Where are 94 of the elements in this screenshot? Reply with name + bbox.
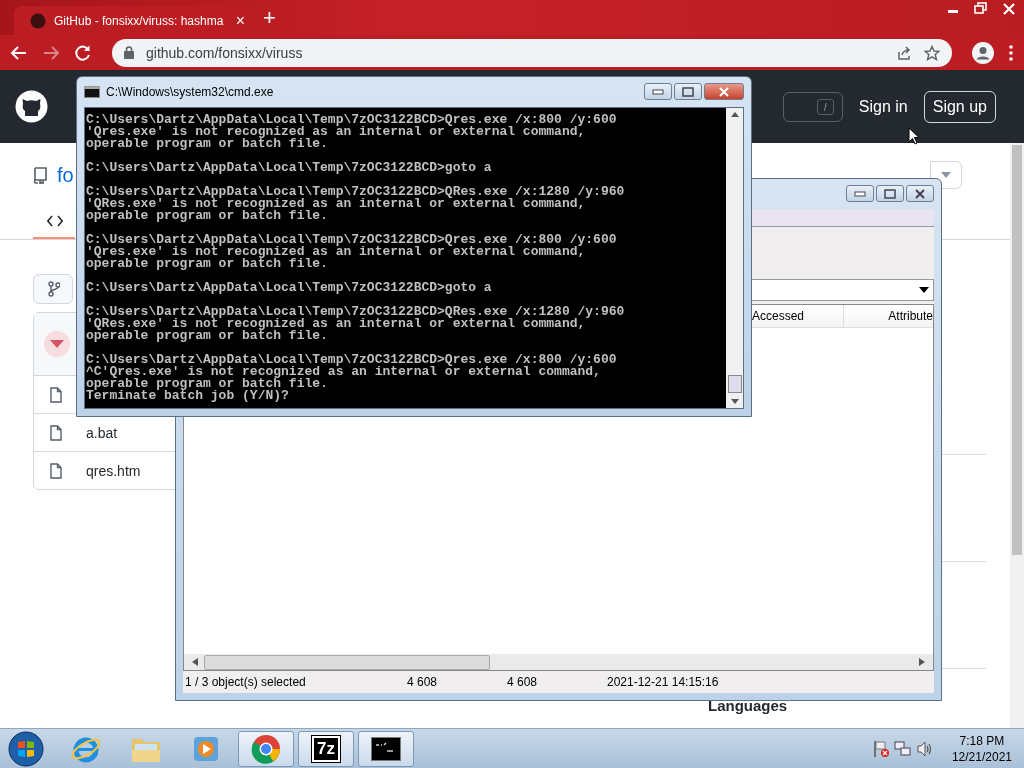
caret-icon — [941, 172, 951, 178]
console-line: operable program or batch file. — [86, 138, 329, 150]
page-scrollbar[interactable] — [1010, 143, 1024, 728]
star-icon[interactable] — [924, 44, 940, 61]
console-line: C:\Users\Dartz\AppData\Local\Temp\7zOC3122BCD>QRes.exe /x:1280 /y:960 — [86, 306, 626, 318]
menu-icon[interactable] — [1008, 43, 1014, 62]
console-line: C:\Users\Dartz\AppData\Local\Temp\7zOC3122BCD>QRes.exe /x:1280 /y:960 — [86, 186, 626, 198]
maximize-icon — [884, 188, 896, 199]
console-line: 'Qres.exe' is not recognized as an internal or external command, — [86, 246, 586, 258]
tab-close-button[interactable]: × — [235, 11, 245, 30]
scroll-thumb[interactable] — [204, 654, 490, 670]
console-line: C:\Users\Dartz\AppData\Local\Temp\7zOC3122BCD>goto a — [86, 162, 493, 174]
avatar-icon — [44, 331, 70, 357]
restore-icon[interactable] — [972, 2, 990, 16]
right-arrow-icon[interactable] — [919, 658, 925, 666]
start-button[interactable] — [8, 730, 44, 767]
sign-up-button[interactable]: Sign up — [923, 90, 996, 123]
console-icon — [84, 86, 100, 98]
code-icon — [47, 215, 63, 227]
branch-icon — [48, 281, 60, 297]
close-button[interactable] — [704, 83, 744, 100]
tab-title: GitHub - fonsixx/viruss: hashma — [54, 13, 225, 28]
file-icon — [50, 462, 62, 479]
console-line: C:\Users\Dartz\AppData\Local\Temp\7zOC3122BCD>Qres.exe /x:800 /y:600 — [86, 114, 618, 126]
console-line: C:\Users\Dartz\AppData\Local\Temp\7zOC3122BCD>goto a — [86, 282, 493, 294]
maximize-icon — [682, 86, 694, 97]
close-icon[interactable] — [1000, 2, 1018, 16]
maximize-button[interactable] — [674, 83, 702, 100]
scroll-thumb[interactable] — [1012, 145, 1022, 555]
share-icon[interactable] — [896, 44, 912, 61]
languages-heading: Languages — [708, 697, 788, 714]
console-line: 'QRes.exe' is not recognized as an internal or external command, — [86, 318, 586, 330]
horizontal-scrollbar[interactable] — [184, 654, 933, 670]
status-text: 4 608 — [506, 675, 539, 689]
console-line: ^C'Qres.exe' is not recognized as an internal or external command, — [86, 366, 601, 378]
console-line: operable program or batch file. — [86, 258, 329, 270]
repo-name-link[interactable]: fo — [57, 163, 74, 187]
chrome-icon — [251, 733, 281, 764]
console-line: C:\Users\Dartz\AppData\Local\Temp\7zOC3122BCD>Qres.exe /x:800 /y:600 — [86, 354, 618, 366]
console-line: 'QRes.exe' is not recognized as an internal or external command, — [86, 198, 586, 210]
file-icon — [50, 424, 62, 441]
console-scrollbar[interactable] — [726, 108, 743, 408]
caret-icon — [919, 287, 929, 293]
logo-icon[interactable] — [15, 90, 48, 123]
console-line: operable program or batch file. — [86, 378, 329, 390]
new-tab-button[interactable]: + — [263, 5, 276, 31]
status-text: 2021-12-21 14:15:16 — [606, 675, 719, 689]
minimize-button[interactable] — [846, 185, 874, 202]
close-icon — [718, 86, 730, 97]
taskbar-button[interactable] — [358, 730, 414, 767]
window-title: C:\Windows\system32\cmd.exe — [106, 85, 274, 99]
lock-icon — [124, 46, 134, 59]
branch-button[interactable] — [33, 274, 73, 304]
console-line: Terminate batch job (Y/N)? — [86, 390, 290, 402]
scroll-thumb[interactable] — [727, 375, 742, 393]
reload-icon[interactable] — [74, 43, 92, 62]
search-field[interactable]: / — [782, 91, 843, 122]
back-icon[interactable] — [10, 43, 28, 62]
profile-icon[interactable] — [972, 41, 994, 64]
network-icon[interactable] — [893, 739, 912, 758]
clock-date[interactable]: 12/21/2021 — [951, 748, 1012, 765]
file-name-link[interactable]: qres.htm — [86, 462, 141, 479]
minimize-icon — [854, 190, 866, 197]
file-name-link[interactable]: a.bat — [86, 424, 118, 441]
status-text: 1 / 3 object(s) selected — [184, 675, 307, 689]
repo-icon — [33, 166, 47, 184]
mouse-pointer-icon — [908, 127, 920, 145]
console-line: C:\Users\Dartz\AppData\Local\Temp\7zOC3122BCD>Qres.exe /x:800 /y:600 — [86, 234, 618, 246]
console-line: operable program or batch file. — [86, 210, 329, 222]
archive-app-icon: 7z — [312, 735, 340, 762]
taskbar-button[interactable]: 7z — [298, 730, 354, 767]
minimize-button[interactable] — [644, 83, 672, 100]
address-bar[interactable]: github.com/fonsixx/viruss — [112, 38, 952, 67]
up-arrow-icon[interactable] — [730, 112, 739, 117]
minimize-icon — [652, 88, 664, 95]
console-line: 'Qres.exe' is not recognized as an internal or external command, — [86, 126, 586, 138]
terminal-icon — [371, 736, 401, 761]
flag-icon[interactable] — [871, 739, 890, 758]
console-line: operable program or batch file. — [86, 330, 329, 342]
close-icon — [914, 188, 926, 199]
file-icon — [50, 386, 62, 403]
slash-key: / — [816, 98, 834, 115]
column-header[interactable]: Attribute — [844, 305, 933, 327]
maximize-button[interactable] — [876, 185, 904, 202]
sign-in-link[interactable]: Sign in — [858, 97, 908, 116]
favicon-icon — [30, 12, 46, 29]
down-arrow-icon[interactable] — [730, 399, 739, 404]
play-icon — [192, 734, 220, 763]
path-combo-box[interactable] — [751, 279, 934, 301]
status-text: 4 608 — [406, 675, 439, 689]
clock-time[interactable]: 7:18 PM — [959, 732, 1005, 749]
close-button[interactable] — [906, 185, 934, 202]
left-arrow-icon[interactable] — [192, 658, 198, 666]
volume-icon[interactable] — [915, 739, 934, 758]
